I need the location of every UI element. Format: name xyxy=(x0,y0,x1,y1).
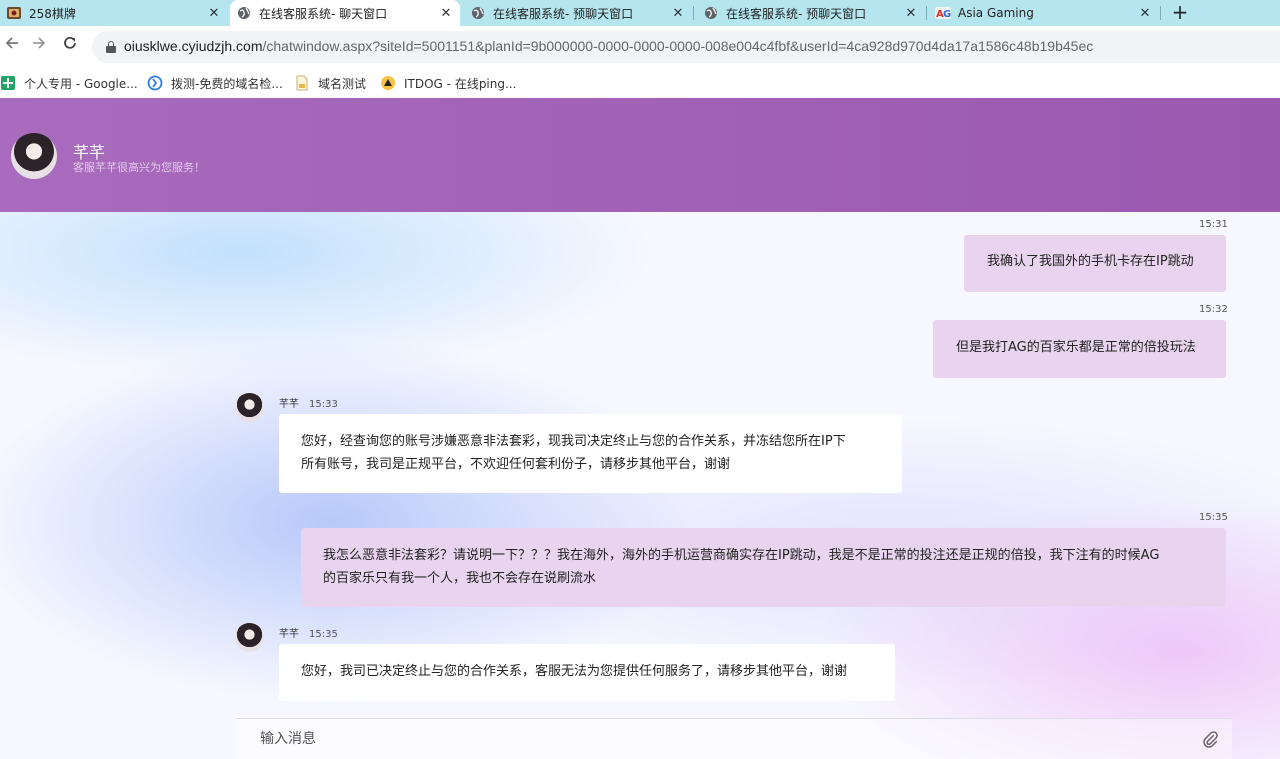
bookmark-itdog[interactable]: ITDOG - 在线ping... xyxy=(380,74,516,92)
globe-icon xyxy=(470,5,486,21)
message-time: 15:35 xyxy=(309,629,338,640)
bookmarks-bar: 个人专用 - Google... 拨测-免费的域名检... 域名测试 ITDOG… xyxy=(0,68,1280,98)
tab-asia-gaming[interactable]: AG Asia Gaming ✕ xyxy=(929,0,1159,26)
sender-name: 芊芊 xyxy=(279,399,299,410)
chat-header: 芊芊 客服芊芊很高兴为您服务！ xyxy=(0,98,1280,212)
tab-chat-window[interactable]: 在线客服系统- 聊天窗口 ✕ xyxy=(230,0,460,26)
reload-icon xyxy=(64,36,76,49)
itdog-icon xyxy=(380,75,396,91)
agent-subtitle: 客服芊芊很高兴为您服务！ xyxy=(73,161,205,174)
back-arrow-icon xyxy=(5,37,18,49)
message-text: 但是我打AG的百家乐都是正常的倍投玩法 xyxy=(956,340,1196,355)
tab-title: 在线客服系统- 聊天窗口 xyxy=(259,6,388,21)
tab-prechat-2[interactable]: 在线客服系统- 预聊天窗口 ✕ xyxy=(697,0,925,26)
bookmark-google-sheets[interactable]: 个人专用 - Google... xyxy=(0,74,138,92)
bookmark-label: 域名测试 xyxy=(318,76,367,91)
google-sheets-icon xyxy=(0,75,16,91)
reload-button[interactable] xyxy=(58,34,82,58)
bookmark-label: 个人专用 - Google... xyxy=(24,76,138,91)
message-time: 15:35 xyxy=(1199,512,1228,523)
tab-title: 258棋牌 xyxy=(29,6,76,21)
browser-toolbar: oiusklwe.cyiudzjh.com/chatwindow.aspx?si… xyxy=(0,26,1280,68)
bookmark-label: ITDOG - 在线ping... xyxy=(404,76,517,91)
agent-message-avatar xyxy=(235,623,264,652)
globe-icon xyxy=(236,5,252,21)
svg-text:G: G xyxy=(943,9,951,20)
message-input[interactable] xyxy=(236,719,1186,759)
url-text: oiusklwe.cyiudzjh.com/chatwindow.aspx?si… xyxy=(124,38,1093,54)
message-meta: 芊芊 15:35 xyxy=(279,625,338,640)
outgoing-message: 但是我打AG的百家乐都是正常的倍投玩法 xyxy=(933,320,1226,378)
bookmark-boce[interactable]: 拨测-免费的域名检... xyxy=(147,74,283,92)
new-tab-button[interactable]: + xyxy=(1168,0,1192,26)
tab-separator xyxy=(1160,6,1161,20)
boce-icon xyxy=(147,75,163,91)
url-path: /chatwindow.aspx?siteId=5001151&planId=9… xyxy=(262,38,1094,54)
bookmark-label: 拨测-免费的域名检... xyxy=(171,76,283,91)
message-line: 您好，经查询您的账号涉嫌恶意非法套彩，现我司决定终止与您的合作关系，并冻结您所在… xyxy=(301,434,846,449)
close-icon[interactable]: ✕ xyxy=(1135,6,1155,21)
back-button[interactable] xyxy=(0,34,24,58)
message-line: 所有账号，我司是正规平台，不欢迎任何套利份子，请移步其他平台，谢谢 xyxy=(301,457,731,472)
message-time: 15:32 xyxy=(1199,304,1228,315)
bookmark-domain-test[interactable]: 域名测试 xyxy=(294,74,366,92)
tab-title: 在线客服系统- 预聊天窗口 xyxy=(493,6,634,21)
agent-avatar xyxy=(11,133,57,179)
tab-title: Asia Gaming xyxy=(958,6,1034,20)
incoming-message: 您好，我司已决定终止与您的合作关系，客服无法为您提供任何服务了，请移步其他平台，… xyxy=(279,644,895,701)
sender-name: 芊芊 xyxy=(279,629,299,640)
page-icon xyxy=(294,75,310,91)
tab-separator xyxy=(926,6,927,20)
tab-strip: 258棋牌 ✕ 在线客服系统- 聊天窗口 ✕ 在线客服系统- 预聊天窗口 ✕ 在… xyxy=(0,0,1280,26)
outgoing-message: 我确认了我国外的手机卡存在IP跳动 xyxy=(964,235,1226,292)
tab-separator xyxy=(693,6,694,20)
url-host: oiusklwe.cyiudzjh.com xyxy=(124,38,263,54)
incoming-message: 您好，经查询您的账号涉嫌恶意非法套彩，现我司决定终止与您的合作关系，并冻结您所在… xyxy=(279,414,902,493)
close-icon[interactable]: ✕ xyxy=(436,6,456,21)
chat-message-area[interactable]: 15:31 我确认了我国外的手机卡存在IP跳动 15:32 但是我打AG的百家乐… xyxy=(0,212,1280,759)
message-input-bar xyxy=(236,718,1232,759)
message-time: 15:33 xyxy=(309,399,338,410)
ag-logo-icon: AG xyxy=(935,5,951,21)
close-icon[interactable]: ✕ xyxy=(901,6,921,21)
lock-icon[interactable] xyxy=(106,41,116,53)
forward-button[interactable] xyxy=(27,34,51,58)
tab-title: 在线客服系统- 预聊天窗口 xyxy=(726,6,867,21)
message-text: 您好，我司已决定终止与您的合作关系，客服无法为您提供任何服务了，请移步其他平台，… xyxy=(301,664,848,679)
message-line: 的百家乐只有我一个人，我也不会存在说刷流水 xyxy=(323,571,597,586)
agent-message-avatar xyxy=(235,393,264,422)
message-time: 15:31 xyxy=(1199,219,1228,230)
tab-258qipai[interactable]: 258棋牌 ✕ xyxy=(0,0,228,26)
globe-icon xyxy=(703,5,719,21)
forward-arrow-icon xyxy=(33,37,46,49)
attachment-icon[interactable] xyxy=(1200,729,1220,749)
close-icon[interactable]: ✕ xyxy=(668,6,688,21)
message-text: 我确认了我国外的手机卡存在IP跳动 xyxy=(987,254,1194,269)
message-meta: 芊芊 15:33 xyxy=(279,395,338,410)
message-line: 我怎么恶意非法套彩？请说明一下？？？我在海外，海外的手机运营商确实存在IP跳动，… xyxy=(323,548,1160,563)
tab-prechat-1[interactable]: 在线客服系统- 预聊天窗口 ✕ xyxy=(464,0,692,26)
address-bar[interactable]: oiusklwe.cyiudzjh.com/chatwindow.aspx?si… xyxy=(92,31,1280,63)
close-icon[interactable]: ✕ xyxy=(204,6,224,21)
card-game-icon xyxy=(6,5,22,21)
outgoing-message: 我怎么恶意非法套彩？请说明一下？？？我在海外，海外的手机运营商确实存在IP跳动，… xyxy=(301,528,1226,607)
